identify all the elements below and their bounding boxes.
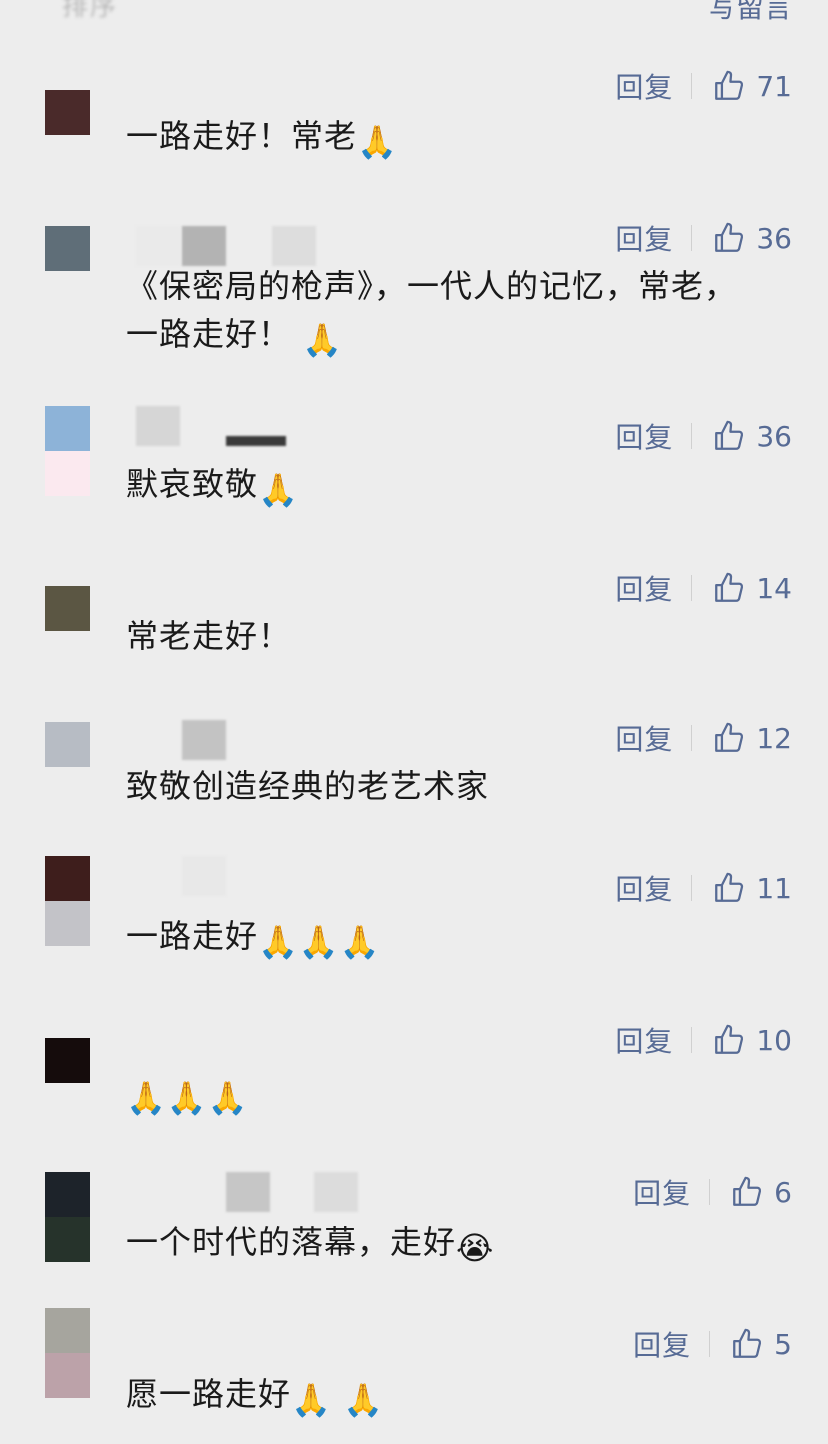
folded-hands-emoji: 🙏 — [207, 1079, 249, 1117]
comment-body: 致敬创造经典的老艺术家 — [126, 767, 490, 805]
comment-text: 致敬创造经典的老艺术家 — [126, 762, 766, 810]
comment-body: 常老走好！ — [126, 617, 292, 655]
reply-button[interactable]: 回复 — [633, 1172, 691, 1212]
avatar[interactable] — [45, 722, 90, 767]
comment-actions: 回复 10 — [615, 1020, 792, 1060]
comment-text: 愿一路走好🙏 🙏 — [126, 1370, 766, 1424]
avatar[interactable] — [45, 226, 90, 271]
avatar[interactable] — [45, 1038, 90, 1083]
like-count: 36 — [756, 419, 792, 453]
comment-actions: 回复 11 — [615, 868, 792, 908]
folded-hands-emoji: 🙏 — [291, 1381, 332, 1419]
like-count: 14 — [756, 571, 792, 605]
thumbs-up-icon[interactable] — [712, 221, 746, 255]
like-count: 11 — [756, 871, 792, 905]
blurred-username — [126, 406, 346, 446]
comment-actions: 回复 36 — [615, 416, 792, 456]
divider — [691, 575, 693, 601]
like-count: 36 — [756, 221, 792, 255]
like-count: 71 — [756, 69, 792, 103]
comment-text: 常老走好！ — [126, 612, 766, 660]
sort-label: 排序 — [62, 0, 119, 22]
comment-actions: 回复 6 — [633, 1172, 792, 1212]
blurred-username — [126, 720, 346, 760]
folded-hands-emoji: 🙏 — [126, 1079, 167, 1117]
folded-hands-emoji: 🙏 — [166, 1079, 208, 1117]
thumbs-up-icon[interactable] — [712, 69, 746, 103]
divider — [691, 1027, 693, 1053]
comment-text: 🙏🙏🙏 — [126, 1068, 766, 1122]
comment-body: 一路走好！常老 — [126, 117, 358, 155]
avatar[interactable] — [45, 1308, 90, 1398]
comment-body: 愿一路走好 — [126, 1375, 292, 1413]
comment-text: 一路走好！常老🙏 — [126, 112, 766, 166]
like-count: 5 — [774, 1327, 792, 1361]
blurred-username — [126, 856, 346, 896]
write-comment-link[interactable]: 写留言 — [708, 0, 792, 26]
comment-text: 一个时代的落幕，走好😭 — [126, 1218, 766, 1272]
comment-text: 默哀致敬🙏 — [126, 460, 766, 514]
avatar[interactable] — [45, 1172, 90, 1262]
thumbs-up-icon[interactable] — [712, 571, 746, 605]
avatar[interactable] — [45, 406, 90, 496]
divider — [691, 875, 693, 901]
like-count: 10 — [756, 1023, 792, 1057]
comment-actions: 回复 5 — [633, 1324, 792, 1364]
avatar[interactable] — [45, 856, 90, 946]
reply-button[interactable]: 回复 — [615, 416, 673, 456]
divider — [691, 423, 693, 449]
folded-hands-emoji: 🙏 — [302, 321, 344, 359]
folded-hands-emoji: 🙏 — [357, 123, 398, 161]
comment-actions: 回复 14 — [615, 568, 792, 608]
thumbs-up-icon[interactable] — [730, 1175, 764, 1209]
reply-button[interactable]: 回复 — [615, 868, 673, 908]
reply-button[interactable]: 回复 — [615, 66, 673, 106]
thumbs-up-icon[interactable] — [712, 1023, 746, 1057]
comment-body: 默哀致敬 — [126, 465, 259, 503]
comment-actions: 回复 12 — [615, 718, 792, 758]
comment-text: 一路走好🙏🙏🙏 — [126, 912, 766, 966]
comment-body: 《保密局的枪声》，一代人的记忆，常老，一路走好！ — [126, 267, 738, 353]
folded-hands-emoji: 🙏 — [298, 923, 340, 961]
divider — [691, 73, 693, 99]
top-bar: 排序 写留言 — [0, 0, 828, 24]
blurred-username — [226, 1172, 366, 1212]
like-count: 6 — [774, 1175, 792, 1209]
reply-button[interactable]: 回复 — [615, 718, 673, 758]
divider — [709, 1179, 711, 1205]
reply-button[interactable]: 回复 — [615, 1020, 673, 1060]
avatar[interactable] — [45, 90, 90, 135]
reply-button[interactable]: 回复 — [633, 1324, 691, 1364]
thumbs-up-icon[interactable] — [730, 1327, 764, 1361]
thumbs-up-icon[interactable] — [712, 871, 746, 905]
blurred-username — [126, 226, 346, 266]
divider — [691, 725, 693, 751]
thumbs-up-icon[interactable] — [712, 721, 746, 755]
avatar[interactable] — [45, 586, 90, 631]
comment-text: 《保密局的枪声》，一代人的记忆，常老，一路走好！ 🙏 — [126, 262, 756, 364]
divider — [709, 1331, 711, 1357]
folded-hands-emoji: 🙏 — [258, 923, 299, 961]
comment-body: 一路走好 — [126, 917, 259, 955]
comment-body: 一个时代的落幕，走好 — [126, 1223, 457, 1261]
reply-button[interactable]: 回复 — [615, 568, 673, 608]
reply-button[interactable]: 回复 — [615, 218, 673, 258]
comment-actions: 回复 36 — [615, 218, 792, 258]
folded-hands-emoji: 🙏 — [339, 923, 381, 961]
folded-hands-emoji: 🙏 — [258, 471, 299, 509]
like-count: 12 — [756, 721, 792, 755]
thumbs-up-icon[interactable] — [712, 419, 746, 453]
loudly-crying-emoji: 😭 — [456, 1229, 495, 1267]
divider — [691, 225, 693, 251]
comment-actions: 回复 71 — [615, 66, 792, 106]
folded-hands-emoji: 🙏 — [343, 1381, 384, 1419]
